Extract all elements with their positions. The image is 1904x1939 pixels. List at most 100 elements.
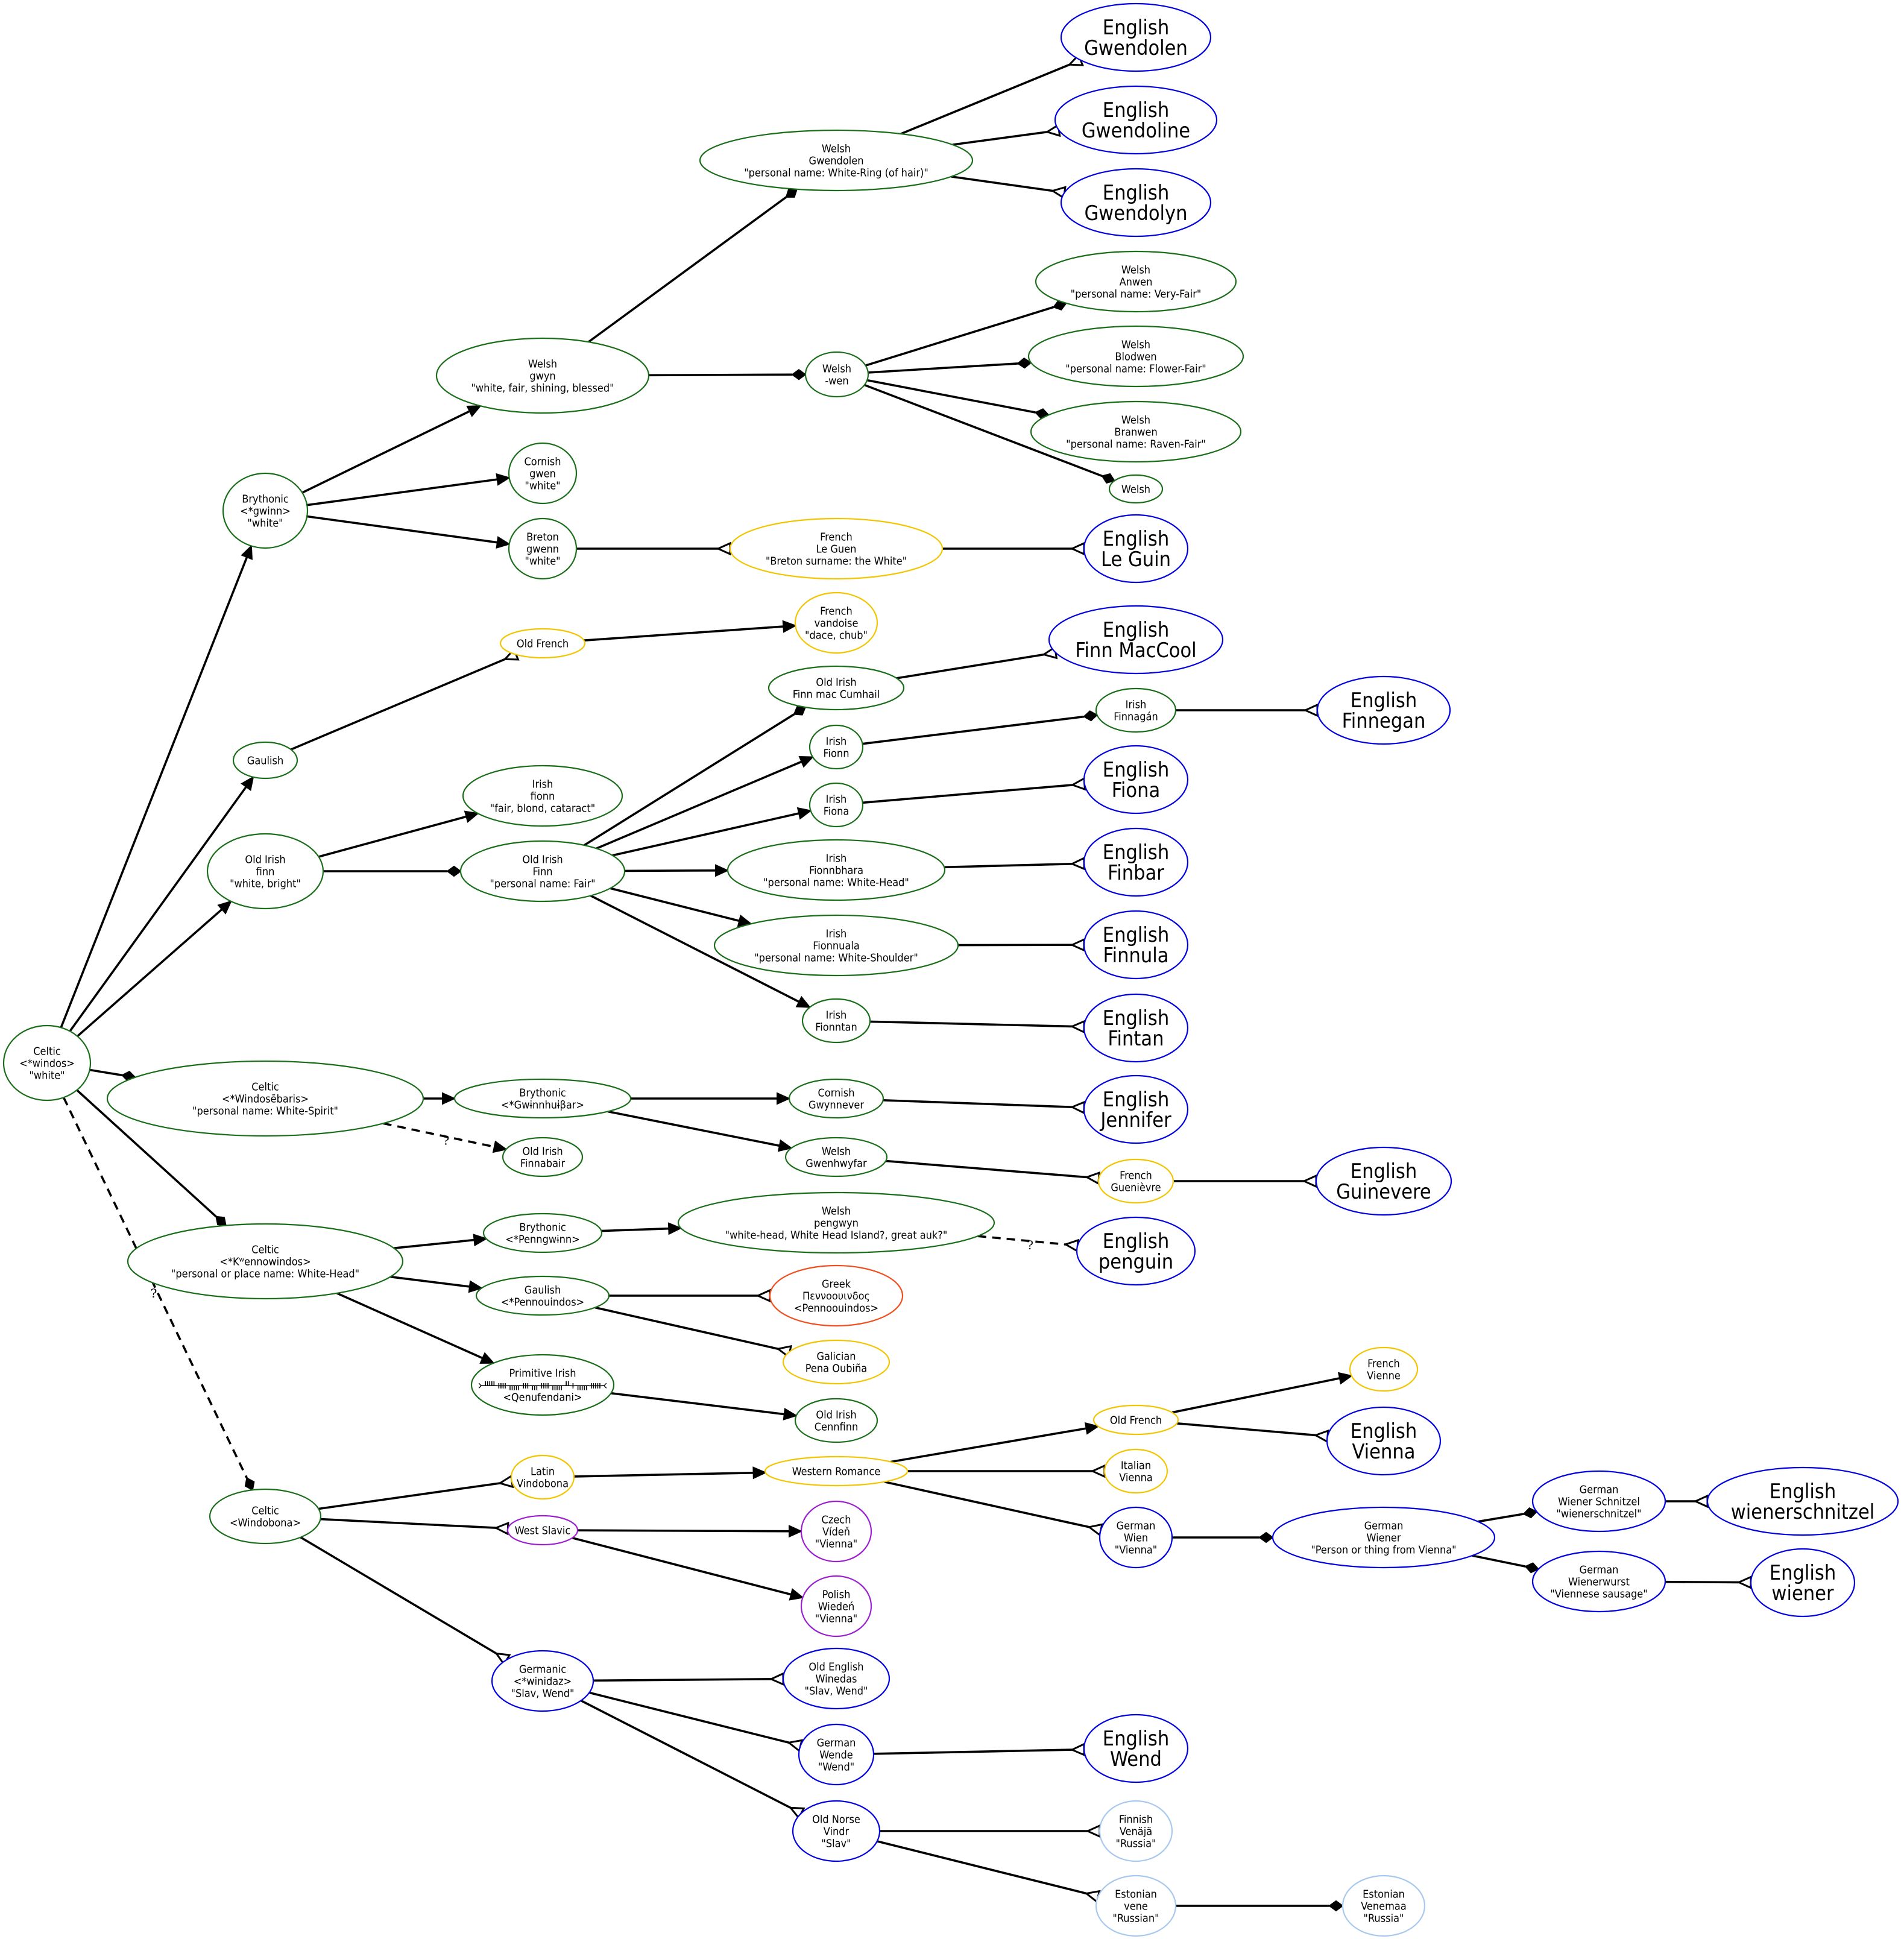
node-language: Breton (526, 531, 559, 543)
node-language: Primitive Irish (509, 1367, 576, 1379)
node-language: Irish (826, 793, 847, 806)
node-german-wende[interactable]: GermanWende"Wend" (798, 1723, 875, 1786)
node-oi-Finn[interactable]: Old IrishFinn"personal name: Fair" (459, 840, 626, 903)
edge-west_slavic-to-czech_viden (577, 1525, 803, 1538)
node-gaulish-pennouindos[interactable]: Gaulish<*Pennouindos> (475, 1275, 610, 1316)
edge-line (572, 1536, 792, 1596)
node-irish-fionn-adj[interactable]: Irishfionn"fair, blond, cataract" (462, 765, 623, 827)
node-eng-fintan[interactable]: EnglishFintan (1083, 993, 1189, 1063)
arrowhead-diamond-icon (1258, 1531, 1274, 1543)
node-bry-gwinnhuibar[interactable]: Brythonic<*Gwɨnnhuɨβar> (453, 1078, 632, 1119)
edge-line (320, 1518, 496, 1529)
node-irish-fionnuala[interactable]: IrishFionnuala"personal name: White-Shou… (713, 914, 959, 977)
node-celtic-kwenno[interactable]: Celtic<*Kʷennowindos>"personal or place … (127, 1223, 404, 1300)
node-oi-finn[interactable]: Old Irishfinn"white, bright" (206, 833, 324, 910)
node-eng-finnula[interactable]: EnglishFinnula (1083, 910, 1189, 980)
node-celtic-windoseb[interactable]: Celtic<*Windosēbaris>"personal name: Whi… (106, 1060, 424, 1137)
node-irish-finnagan[interactable]: IrishFinnagán (1095, 687, 1177, 733)
node-estonian-venemaa[interactable]: EstonianVenemaa"Russia" (1341, 1874, 1426, 1937)
node-oi-finnmac[interactable]: Old IrishFinn mac Cumhail (768, 665, 905, 711)
edge-line (588, 1691, 789, 1744)
node-word: Wiener (1367, 1531, 1401, 1544)
node-oi-cennfinn[interactable]: Old IrishCennfinn (794, 1398, 878, 1443)
arrowhead-diamond-icon (793, 705, 807, 716)
node-eng-finnegan[interactable]: EnglishFinnegan (1316, 675, 1451, 745)
node-irish-fiona[interactable]: IrishFiona (809, 782, 864, 828)
node-word: Gwendoline (1082, 119, 1190, 143)
node-celtic-windos[interactable]: Celtic<*windos>"white" (2, 1024, 92, 1102)
edge-line (573, 1472, 754, 1478)
node-finnish-venaja[interactable]: FinnishVenäjä"Russia" (1099, 1800, 1173, 1862)
node-welsh-plain[interactable]: Welsh (1108, 474, 1164, 504)
node-eng-wiener[interactable]: Englishwiener (1750, 1548, 1856, 1618)
node-oi-finnabair[interactable]: Old IrishFinnabair (502, 1137, 584, 1178)
node-irish-fionnbhara[interactable]: IrishFionnbhara"personal name: White-Hea… (727, 839, 946, 901)
node-welsh-blodwen[interactable]: WelshBlodwen"personal name: Flower-Fair" (1027, 325, 1244, 388)
node-cornish-gwen[interactable]: Cornishgwen"white" (508, 442, 578, 505)
node-prim-irish[interactable]: Primitive Irish᚛ᚊᚓᚅᚒᚃᚓᚅᚇᚐᚅᚔ᚜<Qenufendani… (470, 1354, 615, 1416)
node-eng-penguin[interactable]: Englishpenguin (1076, 1216, 1196, 1286)
node-welsh-pengwyn[interactable]: Welshpengwyn"white-head, White Head Isla… (677, 1191, 995, 1254)
node-eng-finbar[interactable]: EnglishFinbar (1083, 827, 1189, 897)
node-latin-vindobona[interactable]: LatinVindobona (510, 1454, 575, 1500)
node-eng-wend[interactable]: EnglishWend (1083, 1714, 1189, 1783)
edge-on_vindr-to-finnish_venaja (880, 1824, 1101, 1838)
node-eng-wienerschnitzel[interactable]: Englishwienerschnitzel (1706, 1466, 1899, 1536)
node-greek-pennoouindos[interactable]: GreekΠεννοουινδος<Pennoouindos> (769, 1264, 904, 1327)
node-german-wienerwurst[interactable]: GermanWienerwurst"Viennese sausage" (1531, 1550, 1666, 1613)
node-eng-finnmaccool[interactable]: EnglishFinn MacCool (1048, 605, 1224, 675)
node-german-wiener[interactable]: GermanWiener"Person or thing from Vienna… (1272, 1506, 1496, 1569)
edge-western_romance-to-german_wien (884, 1480, 1103, 1537)
node-cornish-gwynnever[interactable]: CornishGwynnever (788, 1078, 884, 1119)
node-welsh-wen[interactable]: Welsh-wen (804, 351, 869, 398)
node-eng-guinevere[interactable]: EnglishGuinevere (1315, 1146, 1452, 1216)
node-word: vandoise (815, 617, 859, 629)
node-welsh-gwyn[interactable]: Welshgwyn"white, fair, shining, blessed" (435, 337, 650, 414)
edge-celtic_kwenno-to-prim_irish (336, 1292, 495, 1364)
node-welsh-branwen[interactable]: WelshBranwen"personal name: Raven-Fair" (1030, 400, 1242, 463)
node-breton-gwenn[interactable]: Bretongwenn"white" (508, 517, 578, 580)
node-italian-vienna[interactable]: ItalianVienna (1103, 1448, 1168, 1494)
node-irish-fionntan[interactable]: IrishFionntan (801, 998, 871, 1044)
node-language: Irish (1126, 698, 1147, 711)
node-galician-pena[interactable]: GalicianPena Oubiña (782, 1339, 891, 1385)
node-german-wien[interactable]: GermanWien"Vienna" (1099, 1506, 1173, 1569)
edge-french_leguen-to-eng_leguin (942, 541, 1085, 556)
edge-line (300, 1536, 497, 1655)
node-ofr-1[interactable]: Old French (499, 628, 586, 659)
node-eng-gwendoline[interactable]: EnglishGwendoline (1054, 85, 1218, 155)
node-estonian-vene[interactable]: Estonianvene"Russian" (1095, 1874, 1177, 1937)
node-fr-vienne[interactable]: FrenchVienne (1349, 1346, 1419, 1392)
node-czech-viden[interactable]: CzechVídeň"Vienna" (800, 1500, 872, 1563)
arrowhead-open-icon (1070, 541, 1085, 556)
node-bry-penngwinn[interactable]: Brythonic<*Penngwɨnn> (482, 1212, 603, 1253)
node-word: Fionnuala (813, 939, 860, 952)
node-eng-leguin[interactable]: EnglishLe Guin (1083, 514, 1189, 584)
node-celtic-windobona[interactable]: Celtic<Windobona> (209, 1488, 322, 1545)
node-eng-gwendolyn[interactable]: EnglishGwendolyn (1060, 168, 1212, 238)
node-language: Old Irish (816, 676, 856, 689)
node-welsh-anwen[interactable]: WelshAnwen"personal name: Very-Fair" (1035, 250, 1237, 313)
node-oe-winedas[interactable]: Old EnglishWinedas"Slav, Wend" (782, 1647, 891, 1710)
node-germanic-winidaz[interactable]: Germanic<*winidaz>"Slav, Wend" (491, 1650, 594, 1712)
node-western-romance[interactable]: Western Romance (764, 1455, 909, 1487)
node-fr-vandoise[interactable]: Frenchvandoise"dace, chub" (794, 591, 878, 654)
node-fr-guenievre[interactable]: FrenchGuenièvre (1097, 1158, 1174, 1204)
node-eng-fiona[interactable]: EnglishFiona (1083, 745, 1189, 815)
edge-celtic_windobona-to-germanic_winidaz (300, 1536, 511, 1666)
node-eng-gwendolen[interactable]: EnglishGwendolen (1060, 2, 1212, 72)
node-on-vindr[interactable]: Old NorseVindr"Slav" (792, 1800, 881, 1862)
node-eng-vienna[interactable]: EnglishVienna (1326, 1406, 1442, 1476)
node-german-schnitzel[interactable]: GermanWiener Schnitzel"wienerschnitzel" (1531, 1470, 1666, 1533)
node-polish-wieden[interactable]: PolishWiedeń"Vienna" (800, 1575, 872, 1638)
node-language: Cornish (818, 1086, 854, 1099)
node-bry-gwinn[interactable]: Brythonic<*gwinn>"white" (222, 472, 309, 549)
node-gaulish[interactable]: Gaulish (232, 741, 298, 780)
node-eng-jennifer[interactable]: EnglishJennifer (1083, 1074, 1189, 1144)
node-irish-fionn[interactable]: IrishFionn (809, 724, 864, 770)
node-welsh-gwendolen[interactable]: WelshGwendolen"personal name: White-Ring… (699, 129, 974, 192)
node-french-leguen[interactable]: FrenchLe Guen"Breton surname: the White" (729, 517, 944, 580)
node-west-slavic[interactable]: West Slavic (506, 1515, 579, 1546)
node-welsh-gwenhwyfar[interactable]: WelshGwenhwyfar (784, 1137, 888, 1178)
node-ofr-2[interactable]: Old French (1092, 1404, 1179, 1436)
